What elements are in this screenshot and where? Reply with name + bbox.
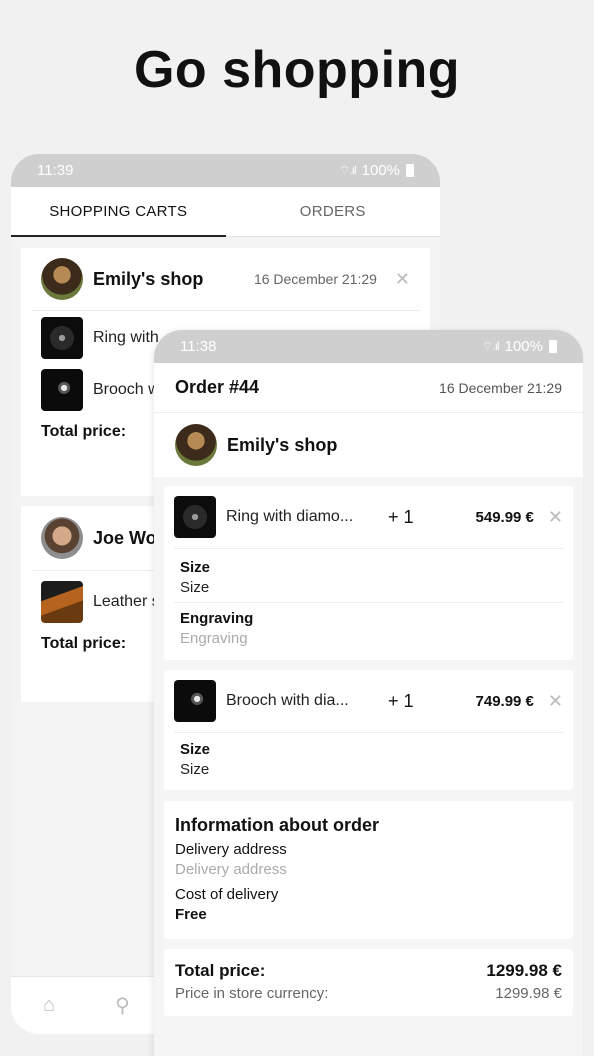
item-price: 749.99 € <box>475 692 534 710</box>
quantity: + 1 <box>387 506 414 527</box>
battery-icon <box>549 340 557 353</box>
order-item[interactable]: Brooch with dia... + 1 749.99 € ✕ <box>164 670 573 732</box>
order-item-card: Ring with diamo... + 1 549.99 € ✕ Size S… <box>164 486 573 660</box>
total-price-label: Total price: <box>41 423 127 440</box>
cart-date: 16 December 21:29 <box>253 271 377 287</box>
battery-icon <box>406 164 414 177</box>
attribute-label: Size <box>180 559 211 576</box>
order-info-card: Information about order Delivery address… <box>164 801 573 939</box>
status-bar: 11:38 ⌔.ıl 100% <box>154 330 583 363</box>
status-bar: 11:39 ⌔.ıl 100% <box>11 154 440 187</box>
shop-name: Emily's shop <box>227 434 338 455</box>
product-name: Ring with diamo... <box>226 508 354 525</box>
status-time: 11:38 <box>180 338 217 355</box>
item-attribute: Engraving Engraving <box>164 603 573 647</box>
delivery-address-label: Delivery address <box>175 841 287 858</box>
order-detail-screen: 11:38 ⌔.ıl 100% Order #44 16 December 21… <box>154 330 583 1056</box>
delivery-cost-label: Cost of delivery <box>175 886 279 903</box>
delivery-address-field[interactable]: Delivery address <box>175 861 562 878</box>
attribute-value: Engraving <box>180 630 248 647</box>
battery-level: 100% <box>361 162 400 179</box>
order-title: Order #44 <box>175 377 260 397</box>
shop-name: Joe Wo <box>93 527 157 548</box>
product-name: Brooch w <box>93 381 160 398</box>
info-title: Information about order <box>175 815 379 835</box>
avatar <box>41 258 83 300</box>
total-price-label: Total price: <box>175 961 266 980</box>
product-thumbnail <box>174 496 216 538</box>
attribute-value: Size <box>180 761 210 778</box>
order-date: 16 December 21:29 <box>439 379 562 396</box>
avatar <box>175 424 217 466</box>
search-icon[interactable]: ⚲ <box>115 993 130 1018</box>
shop-name: Emily's shop <box>93 268 204 289</box>
battery-level: 100% <box>504 338 543 355</box>
avatar <box>41 517 83 559</box>
home-icon[interactable]: ⌂ <box>43 994 55 1017</box>
product-thumbnail <box>41 369 83 411</box>
status-time: 11:39 <box>37 162 74 179</box>
product-name: Ring with <box>93 329 159 346</box>
total-price-value: 1299.98 € <box>486 961 562 980</box>
store-currency-label: Price in store currency: <box>175 985 329 1002</box>
product-thumbnail <box>174 680 216 722</box>
quantity: + 1 <box>387 690 414 711</box>
item-attribute: Size Size <box>164 733 573 778</box>
delivery-cost-value: Free <box>175 906 207 923</box>
attribute-label: Size <box>180 741 211 758</box>
order-header: Order #44 16 December 21:29 <box>154 363 583 413</box>
signal-icon: ⌔.ıl <box>339 163 357 177</box>
attribute-label: Engraving <box>180 610 254 627</box>
attribute-value: Size <box>180 579 210 596</box>
order-shop[interactable]: Emily's shop <box>154 413 583 477</box>
item-price: 549.99 € <box>475 508 534 526</box>
tab-orders[interactable]: ORDERS <box>226 187 441 236</box>
tab-bar: SHOPPING CARTS ORDERS <box>11 187 440 237</box>
close-icon[interactable]: ✕ <box>548 692 563 710</box>
order-item-card: Brooch with dia... + 1 749.99 € ✕ Size S… <box>164 670 573 790</box>
order-totals-card: Total price: 1299.98 € Price in store cu… <box>164 949 573 1016</box>
tab-shopping-carts[interactable]: SHOPPING CARTS <box>11 187 226 237</box>
close-icon[interactable]: ✕ <box>395 270 410 288</box>
divider <box>31 310 420 311</box>
store-currency-value: 1299.98 € <box>495 985 562 1002</box>
product-thumbnail <box>41 581 83 623</box>
product-thumbnail <box>41 317 83 359</box>
page-headline: Go shopping <box>133 41 461 99</box>
total-price-label: Total price: <box>41 635 127 652</box>
item-attribute: Size Size <box>164 549 573 596</box>
product-name: Leather s <box>93 593 160 610</box>
close-icon[interactable]: ✕ <box>548 508 563 526</box>
order-item[interactable]: Ring with diamo... + 1 549.99 € ✕ <box>164 486 573 548</box>
signal-icon: ⌔.ıl <box>482 339 500 353</box>
product-name: Brooch with dia... <box>226 692 349 709</box>
